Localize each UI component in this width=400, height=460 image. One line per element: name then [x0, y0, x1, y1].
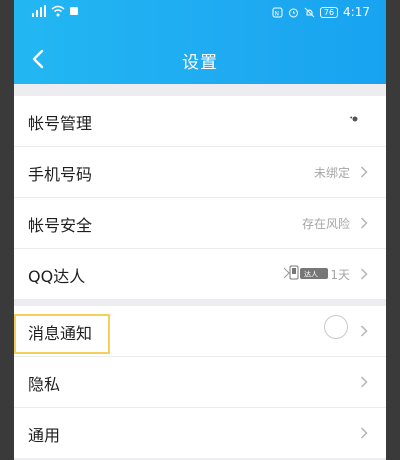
chevron-right-icon	[360, 325, 368, 337]
page-title: 设置	[182, 53, 218, 73]
settings-row-phone-number[interactable]: 手机号码 未绑定	[14, 147, 386, 198]
row-label: 帐号安全	[28, 216, 93, 235]
status-left	[32, 5, 78, 17]
settings-row-general[interactable]: 通用	[14, 408, 386, 458]
row-label: QQ达人	[28, 267, 86, 286]
wifi-icon	[51, 5, 65, 17]
settings-row-account-security[interactable]: 帐号安全 存在风险	[14, 198, 386, 249]
svg-text:N: N	[274, 10, 279, 17]
notification-icon	[70, 7, 78, 15]
mute-icon	[304, 7, 315, 17]
status-bar: N 76 4:17	[14, 0, 386, 24]
nfc-icon: N	[272, 7, 283, 17]
signal-icon	[32, 5, 46, 17]
chevron-right-icon	[360, 166, 368, 178]
row-value: 未绑定	[313, 166, 350, 180]
row-value: 存在风险	[301, 217, 350, 231]
row-value: 1天	[330, 268, 350, 282]
row-label: 帐号管理	[28, 114, 93, 133]
toggle-circle[interactable]	[324, 315, 348, 339]
alarm-icon	[288, 8, 298, 17]
row-label: 隐私	[28, 375, 61, 394]
navbar: 设置	[14, 38, 386, 82]
chevron-right-icon	[360, 376, 368, 388]
settings-row-notifications[interactable]: 消息通知	[14, 306, 386, 357]
badge-text: 达人	[304, 270, 318, 279]
account-group: 帐号管理 手机号码 未绑定 帐号安全 存在风险 QQ达人 达人 1天	[14, 96, 386, 299]
status-right: N 76 4:17	[272, 5, 370, 19]
header: N 76 4:17 设置	[14, 0, 386, 84]
settings-row-account-management[interactable]: 帐号管理	[14, 96, 386, 147]
battery-indicator: 76	[319, 6, 339, 18]
chevron-right-icon	[360, 268, 368, 280]
qq-expert-badge-icon: 达人	[283, 265, 328, 280]
account-avatar-icon	[350, 116, 358, 122]
settings-row-qq-expert[interactable]: QQ达人 达人 1天	[14, 249, 386, 299]
general-group: 消息通知 隐私 通用	[14, 306, 386, 458]
row-label: 手机号码	[28, 165, 93, 184]
chevron-right-icon	[360, 217, 368, 229]
row-label: 通用	[28, 426, 61, 445]
row-label: 消息通知	[28, 324, 93, 343]
chevron-right-icon	[360, 427, 368, 439]
settings-screen: N 76 4:17 设置 帐号管理 手机号码 未绑定 帐号安全 存在风险 QQ达…	[14, 0, 386, 460]
status-time: 4:17	[343, 5, 370, 19]
settings-row-privacy[interactable]: 隐私	[14, 357, 386, 408]
